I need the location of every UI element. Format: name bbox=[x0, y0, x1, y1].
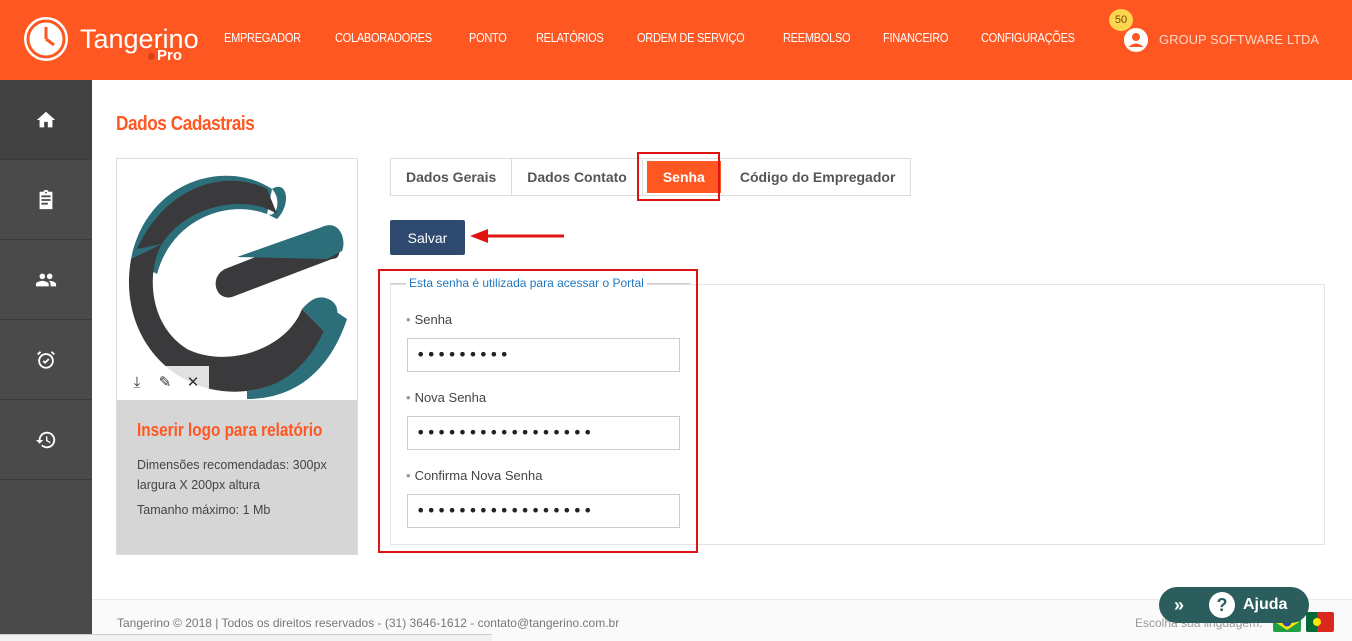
question-icon: ? bbox=[1209, 592, 1235, 618]
sidebar-item-home[interactable] bbox=[0, 80, 92, 160]
nav-empregador[interactable]: EMPREGADOR bbox=[224, 31, 301, 45]
logo-toolbar: ⤓ ✎ ✕ bbox=[123, 366, 209, 398]
tab-dados-gerais[interactable]: Dados Gerais bbox=[391, 159, 513, 195]
portugal-flag-icon[interactable] bbox=[1306, 612, 1334, 632]
tab-highlight-box bbox=[637, 152, 720, 201]
footer-copyright: Tangerino © 2018 | Todos os direitos res… bbox=[117, 616, 620, 630]
nav-reembolso[interactable]: REEMBOLSO bbox=[783, 31, 851, 45]
nav-financeiro[interactable]: FINANCEIRO bbox=[883, 31, 948, 45]
logo-info-title[interactable]: Inserir logo para relatório bbox=[137, 420, 322, 441]
sidebar-item-history[interactable] bbox=[0, 400, 92, 480]
home-icon bbox=[36, 111, 56, 127]
main-nav: EMPREGADOR COLABORADORES PONTO RELATÓRIO… bbox=[212, 31, 1100, 45]
horizontal-scrollbar[interactable] bbox=[0, 634, 492, 641]
sidebar-item-alarm[interactable] bbox=[0, 320, 92, 400]
company-logo-image bbox=[128, 175, 347, 399]
help-button[interactable]: » ? Ajuda bbox=[1159, 587, 1309, 623]
double-chevron-icon[interactable]: » bbox=[1159, 587, 1199, 623]
annotation-arrow bbox=[470, 229, 564, 243]
nav-configuracoes[interactable]: CONFIGURAÇÕES bbox=[981, 31, 1075, 45]
top-bar: Tangerino Pro EMPREGADOR COLABORADORES P… bbox=[0, 0, 1352, 80]
sidebar-item-records[interactable] bbox=[0, 160, 92, 240]
logo-card: ⤓ ✎ ✕ Inserir logo para relatório Dimens… bbox=[116, 158, 358, 555]
clipboard-icon bbox=[39, 189, 53, 209]
people-icon bbox=[35, 273, 57, 286]
page-title: Dados Cadastrais bbox=[116, 113, 255, 135]
nav-ordem-de-servico[interactable]: ORDEM DE SERVIÇO bbox=[637, 31, 745, 45]
sidebar bbox=[0, 80, 92, 641]
tab-dados-contato[interactable]: Dados Contato bbox=[512, 159, 643, 195]
close-icon[interactable]: ✕ bbox=[179, 373, 207, 391]
edit-icon[interactable]: ✎ bbox=[151, 373, 179, 391]
logo-info-max-size: Tamanho máximo: 1 Mb bbox=[137, 503, 271, 517]
main-content: Dados Cadastrais ⤓ ✎ ✕ Inserir logo para… bbox=[92, 80, 1352, 641]
logo-info: Inserir logo para relatório Dimensões re… bbox=[117, 400, 357, 554]
tab-codigo-do-empregador[interactable]: Código do Empregador bbox=[725, 159, 911, 195]
download-icon[interactable]: ⤓ bbox=[123, 374, 151, 391]
brand-edition: Pro bbox=[148, 48, 182, 64]
logo-info-dimensions: Dimensões recomendadas: 300px largura X … bbox=[137, 458, 327, 492]
save-button[interactable]: Salvar bbox=[390, 220, 465, 255]
nav-colaboradores[interactable]: COLABORADORES bbox=[335, 31, 432, 45]
history-icon bbox=[35, 431, 56, 448]
notification-badge[interactable]: 50 bbox=[1109, 9, 1133, 31]
fieldset-highlight-box bbox=[378, 269, 698, 553]
clock-logo-icon[interactable] bbox=[24, 17, 68, 61]
nav-ponto[interactable]: PONTO bbox=[469, 31, 507, 45]
help-label: Ajuda bbox=[1243, 596, 1288, 613]
sidebar-item-people[interactable] bbox=[0, 240, 92, 320]
company-name[interactable]: GROUP SOFTWARE LTDA bbox=[1159, 32, 1319, 47]
user-avatar-icon[interactable] bbox=[1124, 28, 1148, 52]
alarm-icon bbox=[37, 350, 55, 369]
nav-relatorios[interactable]: RELATÓRIOS bbox=[536, 31, 604, 45]
